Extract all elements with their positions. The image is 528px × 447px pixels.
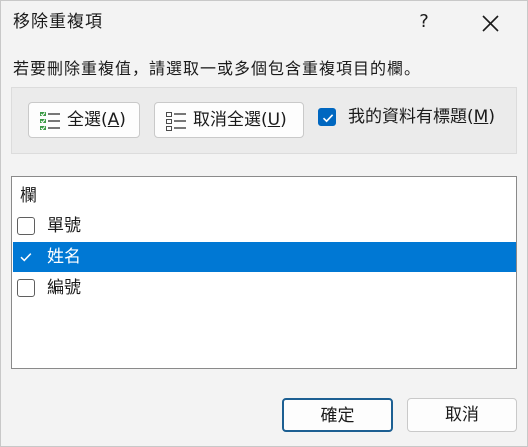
remove-duplicates-dialog: 移除重複項 ? 若要刪除重複值，請選取一或多個包含重複項目的欄。 全選(A) 取… xyxy=(0,0,528,447)
list-item-label: 編號 xyxy=(47,278,81,298)
select-all-icon xyxy=(39,111,61,131)
unselect-all-label: 取消全選(U) xyxy=(193,110,287,130)
close-icon xyxy=(482,15,499,32)
select-all-label: 全選(A) xyxy=(67,110,126,130)
has-headers-checkbox[interactable]: 我的資料有標題(M) xyxy=(318,106,518,132)
help-button[interactable]: ? xyxy=(409,7,439,37)
instruction-text: 若要刪除重複值，請選取一或多個包含重複項目的欄。 xyxy=(13,59,422,78)
columns-list[interactable]: 欄 單號 姓名 編號 xyxy=(11,176,517,369)
checkbox-checked-icon[interactable] xyxy=(17,248,35,266)
has-headers-label: 我的資料有標題(M) xyxy=(348,107,495,127)
checkbox-unchecked-icon[interactable] xyxy=(17,217,35,235)
columns-list-header: 欄 xyxy=(20,186,37,206)
unselect-all-button[interactable]: 取消全選(U) xyxy=(154,102,304,138)
title-bar: 移除重複項 ? xyxy=(1,1,527,45)
options-panel: 全選(A) 取消全選(U) 我的資料有標題(M) xyxy=(11,87,517,154)
dialog-title: 移除重複項 xyxy=(13,12,103,32)
ok-button[interactable]: 確定 xyxy=(282,398,393,432)
list-item[interactable]: 編號 xyxy=(13,273,516,303)
list-item[interactable]: 姓名 xyxy=(13,242,516,272)
close-button[interactable] xyxy=(475,9,505,37)
unselect-all-icon xyxy=(165,111,187,131)
list-item[interactable]: 單號 xyxy=(13,211,516,241)
cancel-button[interactable]: 取消 xyxy=(407,398,517,432)
list-item-label: 姓名 xyxy=(47,247,81,267)
list-item-label: 單號 xyxy=(47,216,81,236)
checkbox-unchecked-icon[interactable] xyxy=(17,279,35,297)
select-all-button[interactable]: 全選(A) xyxy=(28,102,140,138)
checkbox-checked-icon xyxy=(318,108,336,126)
